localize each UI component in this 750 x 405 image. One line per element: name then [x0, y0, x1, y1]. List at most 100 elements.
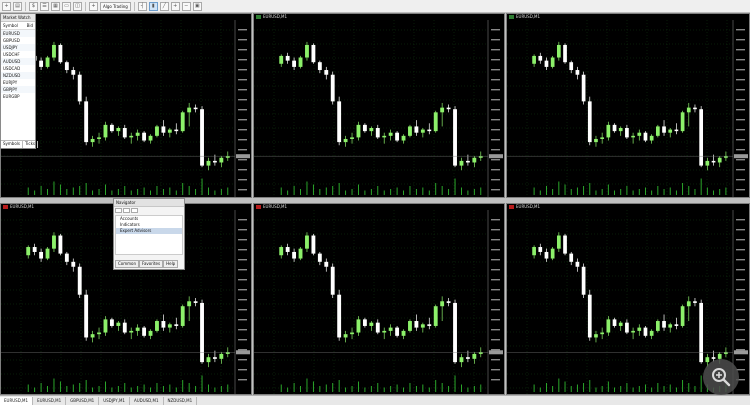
chart-tab[interactable]: EURUSD,M1 — [33, 396, 67, 405]
column-bid[interactable]: Bid — [27, 23, 33, 28]
price-tick — [491, 349, 500, 351]
candle-body — [148, 330, 153, 336]
nav-forward-icon[interactable] — [123, 208, 130, 213]
candlestick-chart — [1, 20, 250, 197]
candle-body — [84, 101, 89, 143]
tab-favorites[interactable]: Favorites — [139, 260, 164, 268]
price-tick — [238, 329, 247, 331]
candle-body — [612, 124, 617, 132]
price-tick — [491, 279, 500, 281]
price-tick — [491, 299, 500, 301]
line-chart-icon[interactable]: ╱ — [159, 1, 169, 11]
price-tick — [491, 39, 500, 41]
candle-body — [382, 135, 387, 138]
chart-tab[interactable]: AUDUSD,M1 — [130, 396, 164, 405]
candle-body — [600, 137, 605, 139]
market-watch-row[interactable]: GBPUSD — [1, 37, 35, 44]
candle-body — [427, 129, 432, 132]
terminal-icon[interactable]: ▭ — [62, 1, 71, 11]
data-window-icon[interactable]: ▦ — [51, 1, 60, 11]
market-watch-row[interactable]: EURJPY — [1, 79, 35, 86]
market-watch-row[interactable]: USDCAD — [1, 65, 35, 72]
price-tick — [238, 179, 247, 181]
price-tick — [491, 99, 500, 101]
candle-body — [77, 266, 82, 295]
candle-body — [459, 160, 464, 166]
price-tick — [736, 239, 745, 241]
tab-common[interactable]: Common — [115, 260, 140, 268]
chart-window-icon — [509, 15, 514, 19]
chart-tab[interactable]: EURUSD,M1 — [0, 396, 34, 405]
candle-body — [219, 157, 224, 163]
price-tick — [238, 229, 247, 231]
tab-symbols[interactable]: Symbols — [1, 141, 23, 148]
candle-body — [699, 302, 704, 363]
candle-body — [292, 60, 297, 67]
candle-body — [71, 70, 76, 75]
candle-body — [219, 353, 224, 359]
symbol-name: EURJPY — [3, 80, 18, 85]
chart-window[interactable]: EURUSD,M1 — [253, 203, 505, 395]
chart-tab[interactable]: NZDUSD,M1 — [164, 396, 198, 405]
price-tick — [736, 79, 745, 81]
navigator-icon[interactable]: ☰ — [40, 1, 49, 11]
price-tick — [491, 29, 500, 31]
new-order-icon[interactable]: + — [89, 1, 98, 11]
candle-body — [375, 128, 380, 138]
tile-windows-icon[interactable]: ▣ — [192, 1, 202, 11]
zoom-in-icon[interactable]: + — [170, 1, 180, 11]
candle-body — [478, 156, 483, 158]
market-watch-row[interactable]: AUDUSD — [1, 58, 35, 65]
candle-body — [200, 109, 204, 166]
chart-window[interactable]: EURUSD,M1 — [253, 13, 505, 198]
tab-help[interactable]: Help — [163, 260, 179, 268]
candle-body — [161, 321, 166, 328]
candle-body — [279, 55, 284, 64]
price-tick — [238, 149, 247, 151]
price-tick — [736, 99, 745, 101]
price-tick — [491, 149, 500, 151]
candle-body — [343, 138, 348, 143]
price-tick — [736, 309, 745, 311]
bar-chart-icon[interactable]: ┤ — [137, 1, 147, 11]
candle-body — [167, 324, 172, 328]
candle-body — [388, 327, 393, 331]
candle-body — [693, 301, 697, 303]
zoom-out-icon[interactable]: − — [181, 1, 191, 11]
algo-trading-button[interactable]: Algo Trading — [100, 1, 131, 11]
nav-back-icon[interactable] — [115, 208, 122, 213]
strategy-tester-icon[interactable]: ◫ — [73, 1, 82, 11]
market-watch-row[interactable]: NZDUSD — [1, 72, 35, 79]
price-tick — [491, 189, 500, 191]
market-watch-row[interactable]: USDJPY — [1, 44, 35, 51]
chart-window[interactable]: EURUSD,M1 — [0, 13, 252, 198]
chart-tab-bar: EURUSD,M1 EURUSD,M1 GBPUSD,M1 USDJPY,M1 AUDU… — [0, 395, 750, 405]
chart-symbol-label: EURUSD,M1 — [516, 14, 541, 19]
column-symbol[interactable]: Symbol — [3, 23, 18, 28]
candle-body — [532, 247, 536, 256]
market-watch-row[interactable]: EURGBP — [1, 93, 35, 100]
tab-ticks[interactable]: Ticks — [23, 141, 39, 148]
navigator-item[interactable]: Expert Advisors — [116, 228, 182, 234]
chart-tab[interactable]: GBPUSD,M1 — [66, 396, 100, 405]
chart-window[interactable]: EURUSD,M1 — [506, 13, 750, 198]
candle-body — [401, 330, 406, 336]
profiles-icon[interactable]: ▤ — [13, 1, 22, 11]
candles-icon[interactable]: ▮ — [148, 1, 158, 11]
candle-body — [472, 157, 477, 163]
zoom-button[interactable] — [703, 359, 739, 395]
symbol-name: NZDUSD — [3, 73, 21, 78]
new-chart-icon[interactable]: + — [2, 1, 11, 11]
market-watch-row[interactable]: USDCHF — [1, 51, 35, 58]
nav-refresh-icon[interactable] — [131, 208, 138, 213]
market-watch-icon[interactable]: $ — [29, 1, 38, 11]
chart-tab[interactable]: USDJPY,M1 — [99, 396, 130, 405]
price-tick — [238, 29, 247, 31]
candle-body — [135, 327, 140, 331]
price-tick — [238, 159, 247, 161]
market-watch-row[interactable]: GBPJPY — [1, 86, 35, 93]
candle-body — [649, 135, 654, 141]
navigator-tree: Accounts Indicators Expert Advisors — [115, 215, 183, 255]
candle-body — [32, 247, 37, 252]
market-watch-row[interactable]: EURUSD — [1, 30, 35, 37]
